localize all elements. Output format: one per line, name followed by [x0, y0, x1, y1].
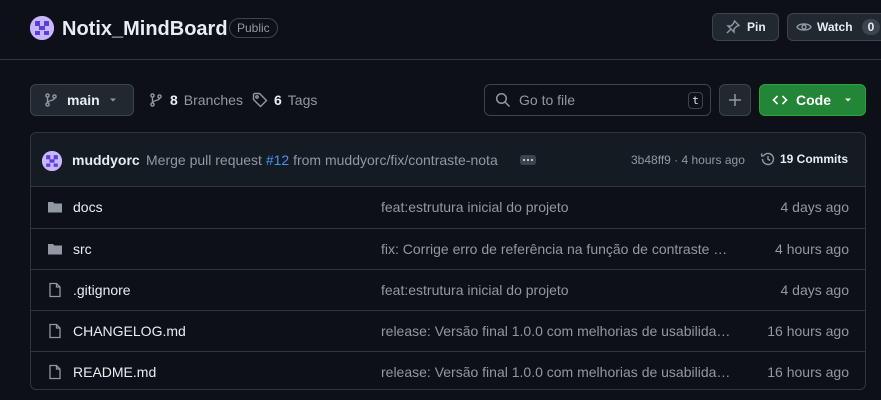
file-name[interactable]: docs — [73, 199, 103, 215]
pin-button[interactable]: Pin — [712, 13, 779, 41]
branch-name: main — [67, 92, 100, 108]
file-row[interactable]: .gitignore feat:estrutura inicial do proj… — [31, 269, 865, 310]
commit-author[interactable]: muddyorc — [72, 152, 140, 168]
file-commit-date[interactable]: 4 days ago — [781, 282, 850, 298]
repo-name[interactable]: Notix_MindBoard — [62, 16, 228, 42]
commit-message[interactable]: Merge pull request #12 from muddyorc/fix… — [146, 152, 498, 168]
code-icon — [772, 92, 788, 108]
file-commit-date[interactable]: 16 hours ago — [767, 364, 849, 380]
file-row[interactable]: src fix: Corrige erro de referência na fu… — [31, 228, 865, 269]
file-commit-message[interactable]: feat:estrutura inicial do projeto — [381, 282, 731, 298]
search-placeholder: Go to file — [519, 92, 576, 108]
file-row[interactable]: CHANGELOG.md release: Versão final 1.0.0 … — [31, 310, 865, 351]
branches-label: Branches — [183, 92, 243, 108]
folder-icon — [47, 199, 63, 215]
pin-label: Pin — [747, 20, 766, 34]
commit-message-suffix: from muddyorc/fix/contraste-nota — [293, 152, 498, 168]
watch-label: Watch — [817, 20, 853, 34]
branches-count: 8 — [170, 92, 178, 108]
tags-link[interactable]: 6 Tags — [252, 84, 317, 116]
code-button[interactable]: Code — [759, 84, 866, 116]
latest-commit-bar: muddyorc Merge pull request #12 from mud… — [31, 133, 865, 187]
file-icon — [47, 364, 63, 380]
watch-count: 0 — [861, 19, 881, 35]
author-avatar[interactable] — [42, 151, 62, 171]
history-icon — [760, 151, 776, 167]
tags-count: 6 — [274, 92, 282, 108]
commits-count: 19 Commits — [780, 152, 849, 166]
caret-down-icon — [108, 95, 118, 105]
file-commit-message[interactable]: feat:estrutura inicial do projeto — [381, 199, 731, 215]
commit-message-prefix: Merge pull request — [146, 152, 262, 168]
pin-icon — [725, 19, 741, 35]
go-to-file-input[interactable]: Go to file t — [484, 84, 711, 116]
tags-label: Tags — [287, 92, 318, 108]
pull-request-link[interactable]: #12 — [266, 152, 289, 168]
watch-button[interactable]: Watch 0 — [787, 13, 881, 41]
file-name[interactable]: .gitignore — [73, 282, 131, 298]
file-commit-date[interactable]: 4 hours ago — [775, 241, 849, 257]
keyboard-shortcut-hint: t — [688, 92, 703, 109]
file-commit-message[interactable]: release: Versão final 1.0.0 com melhoria… — [381, 323, 731, 339]
search-icon — [495, 92, 511, 108]
branch-icon — [43, 92, 59, 108]
file-icon — [47, 282, 63, 298]
branch-icon — [148, 92, 164, 108]
visibility-badge: Public — [229, 18, 278, 38]
file-commit-message[interactable]: fix: Corrige erro de referência na funçã… — [381, 241, 731, 257]
file-name[interactable]: CHANGELOG.md — [73, 323, 186, 339]
code-label: Code — [796, 92, 831, 108]
branches-link[interactable]: 8 Branches — [148, 84, 243, 116]
file-name[interactable]: src — [73, 241, 92, 257]
owner-avatar[interactable] — [30, 16, 54, 40]
file-row[interactable]: docs feat:estrutura inicial do projeto 4 d… — [31, 187, 865, 228]
expand-commit-button[interactable] — [520, 155, 536, 165]
file-commit-date[interactable]: 16 hours ago — [767, 323, 849, 339]
file-name[interactable]: README.md — [73, 364, 156, 380]
file-commit-message[interactable]: release: Versão final 1.0.0 com melhoria… — [381, 364, 731, 380]
commits-history-link[interactable]: 19 Commits — [760, 151, 848, 167]
tag-icon — [252, 92, 268, 108]
file-table: muddyorc Merge pull request #12 from mud… — [30, 132, 866, 390]
commit-hash-time[interactable]: 3b48ff9 · 4 hours ago — [631, 153, 745, 167]
file-icon — [47, 323, 63, 339]
branch-selector[interactable]: main — [30, 84, 134, 116]
plus-icon — [727, 92, 743, 108]
file-row[interactable]: README.md release: Versão final 1.0.0 com… — [31, 351, 865, 389]
folder-icon — [47, 241, 63, 257]
eye-icon — [796, 19, 812, 35]
caret-down-icon — [843, 95, 853, 105]
add-file-button[interactable] — [719, 84, 751, 116]
file-commit-date[interactable]: 4 days ago — [781, 199, 850, 215]
